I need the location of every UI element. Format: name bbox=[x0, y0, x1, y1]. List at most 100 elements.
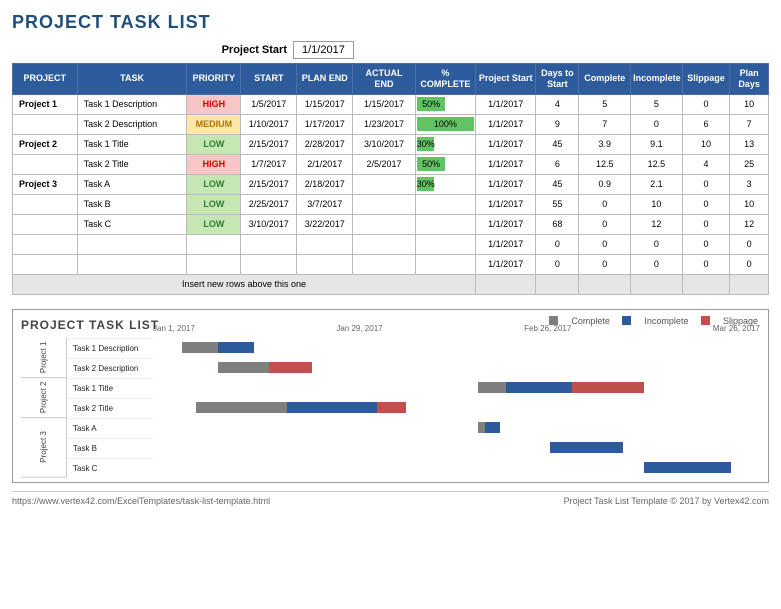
project-start-value[interactable]: 1/1/2017 bbox=[293, 41, 354, 59]
cell[interactable]: 1/10/2017 bbox=[241, 114, 297, 134]
cell[interactable] bbox=[241, 254, 297, 274]
cell: 1/1/2017 bbox=[476, 174, 536, 194]
cell: 0 bbox=[730, 234, 769, 254]
priority-cell[interactable]: LOW bbox=[187, 214, 241, 234]
pct-cell[interactable] bbox=[415, 194, 475, 214]
cell: 0 bbox=[536, 234, 579, 254]
cell: 0 bbox=[631, 114, 683, 134]
cell[interactable]: 1/7/2017 bbox=[241, 154, 297, 174]
priority-cell[interactable] bbox=[187, 254, 241, 274]
cell[interactable]: 1/15/2017 bbox=[353, 94, 415, 114]
pct-cell[interactable] bbox=[415, 254, 475, 274]
cell: 1/1/2017 bbox=[476, 194, 536, 214]
cell[interactable]: Task B bbox=[77, 194, 187, 214]
cell[interactable]: 2/18/2017 bbox=[297, 174, 353, 194]
cell: 1/1/2017 bbox=[476, 134, 536, 154]
cell[interactable]: 3/10/2017 bbox=[241, 214, 297, 234]
cell[interactable]: Task 2 Description bbox=[77, 114, 187, 134]
priority-cell[interactable]: HIGH bbox=[187, 154, 241, 174]
cell[interactable] bbox=[241, 234, 297, 254]
col-header: PLAN END bbox=[297, 64, 353, 95]
cell: 6 bbox=[682, 114, 729, 134]
table-row: Project 3Task ALOW2/15/20172/18/2017 30%1… bbox=[13, 174, 769, 194]
cell[interactable] bbox=[13, 214, 78, 234]
cell[interactable] bbox=[77, 234, 187, 254]
cell[interactable] bbox=[13, 114, 78, 134]
cell[interactable]: 1/23/2017 bbox=[353, 114, 415, 134]
cell[interactable]: Project 3 bbox=[13, 174, 78, 194]
y-task-label: Task C bbox=[67, 458, 153, 478]
cell[interactable]: 2/1/2017 bbox=[297, 154, 353, 174]
pct-cell[interactable]: 50% bbox=[415, 94, 475, 114]
bar-row bbox=[153, 378, 760, 398]
cell[interactable]: 2/28/2017 bbox=[297, 134, 353, 154]
cell: 10 bbox=[631, 194, 683, 214]
priority-cell[interactable]: HIGH bbox=[187, 94, 241, 114]
priority-cell[interactable]: LOW bbox=[187, 194, 241, 214]
cell[interactable]: Task C bbox=[77, 214, 187, 234]
cell[interactable]: Task 2 Title bbox=[77, 154, 187, 174]
cell[interactable] bbox=[353, 194, 415, 214]
cell[interactable]: Task 1 Title bbox=[77, 134, 187, 154]
cell: 0 bbox=[682, 234, 729, 254]
cell: 7 bbox=[730, 114, 769, 134]
cell: 1/1/2017 bbox=[476, 254, 536, 274]
cell[interactable] bbox=[297, 234, 353, 254]
cell: 10 bbox=[730, 94, 769, 114]
priority-cell[interactable]: MEDIUM bbox=[187, 114, 241, 134]
table-row: Task BLOW2/25/20173/7/20171/1/2017550100… bbox=[13, 194, 769, 214]
cell[interactable]: Task A bbox=[77, 174, 187, 194]
bar-row bbox=[153, 358, 760, 378]
pct-cell[interactable]: 50% bbox=[415, 154, 475, 174]
cell[interactable] bbox=[353, 214, 415, 234]
cell[interactable]: 2/15/2017 bbox=[241, 134, 297, 154]
pct-cell[interactable]: 100% bbox=[415, 114, 475, 134]
pct-cell[interactable] bbox=[415, 234, 475, 254]
cell[interactable]: Project 2 bbox=[13, 134, 78, 154]
cell: 0 bbox=[579, 254, 631, 274]
cell[interactable] bbox=[353, 254, 415, 274]
footer: https://www.vertex42.com/ExcelTemplates/… bbox=[12, 491, 769, 506]
cell: 1/1/2017 bbox=[476, 234, 536, 254]
cell[interactable]: 2/5/2017 bbox=[353, 154, 415, 174]
cell[interactable] bbox=[353, 174, 415, 194]
y-task-label: Task 2 Description bbox=[67, 358, 153, 378]
cell[interactable]: 3/10/2017 bbox=[353, 134, 415, 154]
priority-cell[interactable]: LOW bbox=[187, 174, 241, 194]
cell[interactable] bbox=[13, 154, 78, 174]
cell[interactable] bbox=[13, 254, 78, 274]
priority-cell[interactable]: LOW bbox=[187, 134, 241, 154]
cell[interactable]: Project 1 bbox=[13, 94, 78, 114]
x-tick: Mar 26, 2017 bbox=[713, 324, 760, 333]
cell[interactable] bbox=[77, 254, 187, 274]
cell: 12.5 bbox=[579, 154, 631, 174]
cell: 0.9 bbox=[579, 174, 631, 194]
cell[interactable]: 3/7/2017 bbox=[297, 194, 353, 214]
pct-cell[interactable] bbox=[415, 214, 475, 234]
cell[interactable]: 1/15/2017 bbox=[297, 94, 353, 114]
col-header: Days to Start bbox=[536, 64, 579, 95]
cell[interactable]: 3/22/2017 bbox=[297, 214, 353, 234]
cell[interactable]: 2/25/2017 bbox=[241, 194, 297, 214]
cell[interactable]: 2/15/2017 bbox=[241, 174, 297, 194]
bar-seg-slippage bbox=[572, 382, 644, 393]
cell[interactable]: 1/17/2017 bbox=[297, 114, 353, 134]
cell[interactable]: Task 1 Description bbox=[77, 94, 187, 114]
pct-cell[interactable]: 30% bbox=[415, 174, 475, 194]
cell: 10 bbox=[682, 134, 729, 154]
bar-seg-complete bbox=[478, 382, 506, 393]
table-row: 1/1/201700000 bbox=[13, 254, 769, 274]
cell[interactable] bbox=[353, 234, 415, 254]
y-group: Project 3 bbox=[21, 418, 66, 478]
footer-copyright: Project Task List Template © 2017 by Ver… bbox=[564, 496, 769, 506]
cell: 55 bbox=[536, 194, 579, 214]
cell[interactable] bbox=[13, 194, 78, 214]
cell[interactable] bbox=[13, 234, 78, 254]
col-header: PRIORITY bbox=[187, 64, 241, 95]
cell: 1/1/2017 bbox=[476, 214, 536, 234]
cell[interactable] bbox=[297, 254, 353, 274]
bar-seg-slippage bbox=[377, 402, 406, 413]
priority-cell[interactable] bbox=[187, 234, 241, 254]
pct-cell[interactable]: 30% bbox=[415, 134, 475, 154]
cell[interactable]: 1/5/2017 bbox=[241, 94, 297, 114]
